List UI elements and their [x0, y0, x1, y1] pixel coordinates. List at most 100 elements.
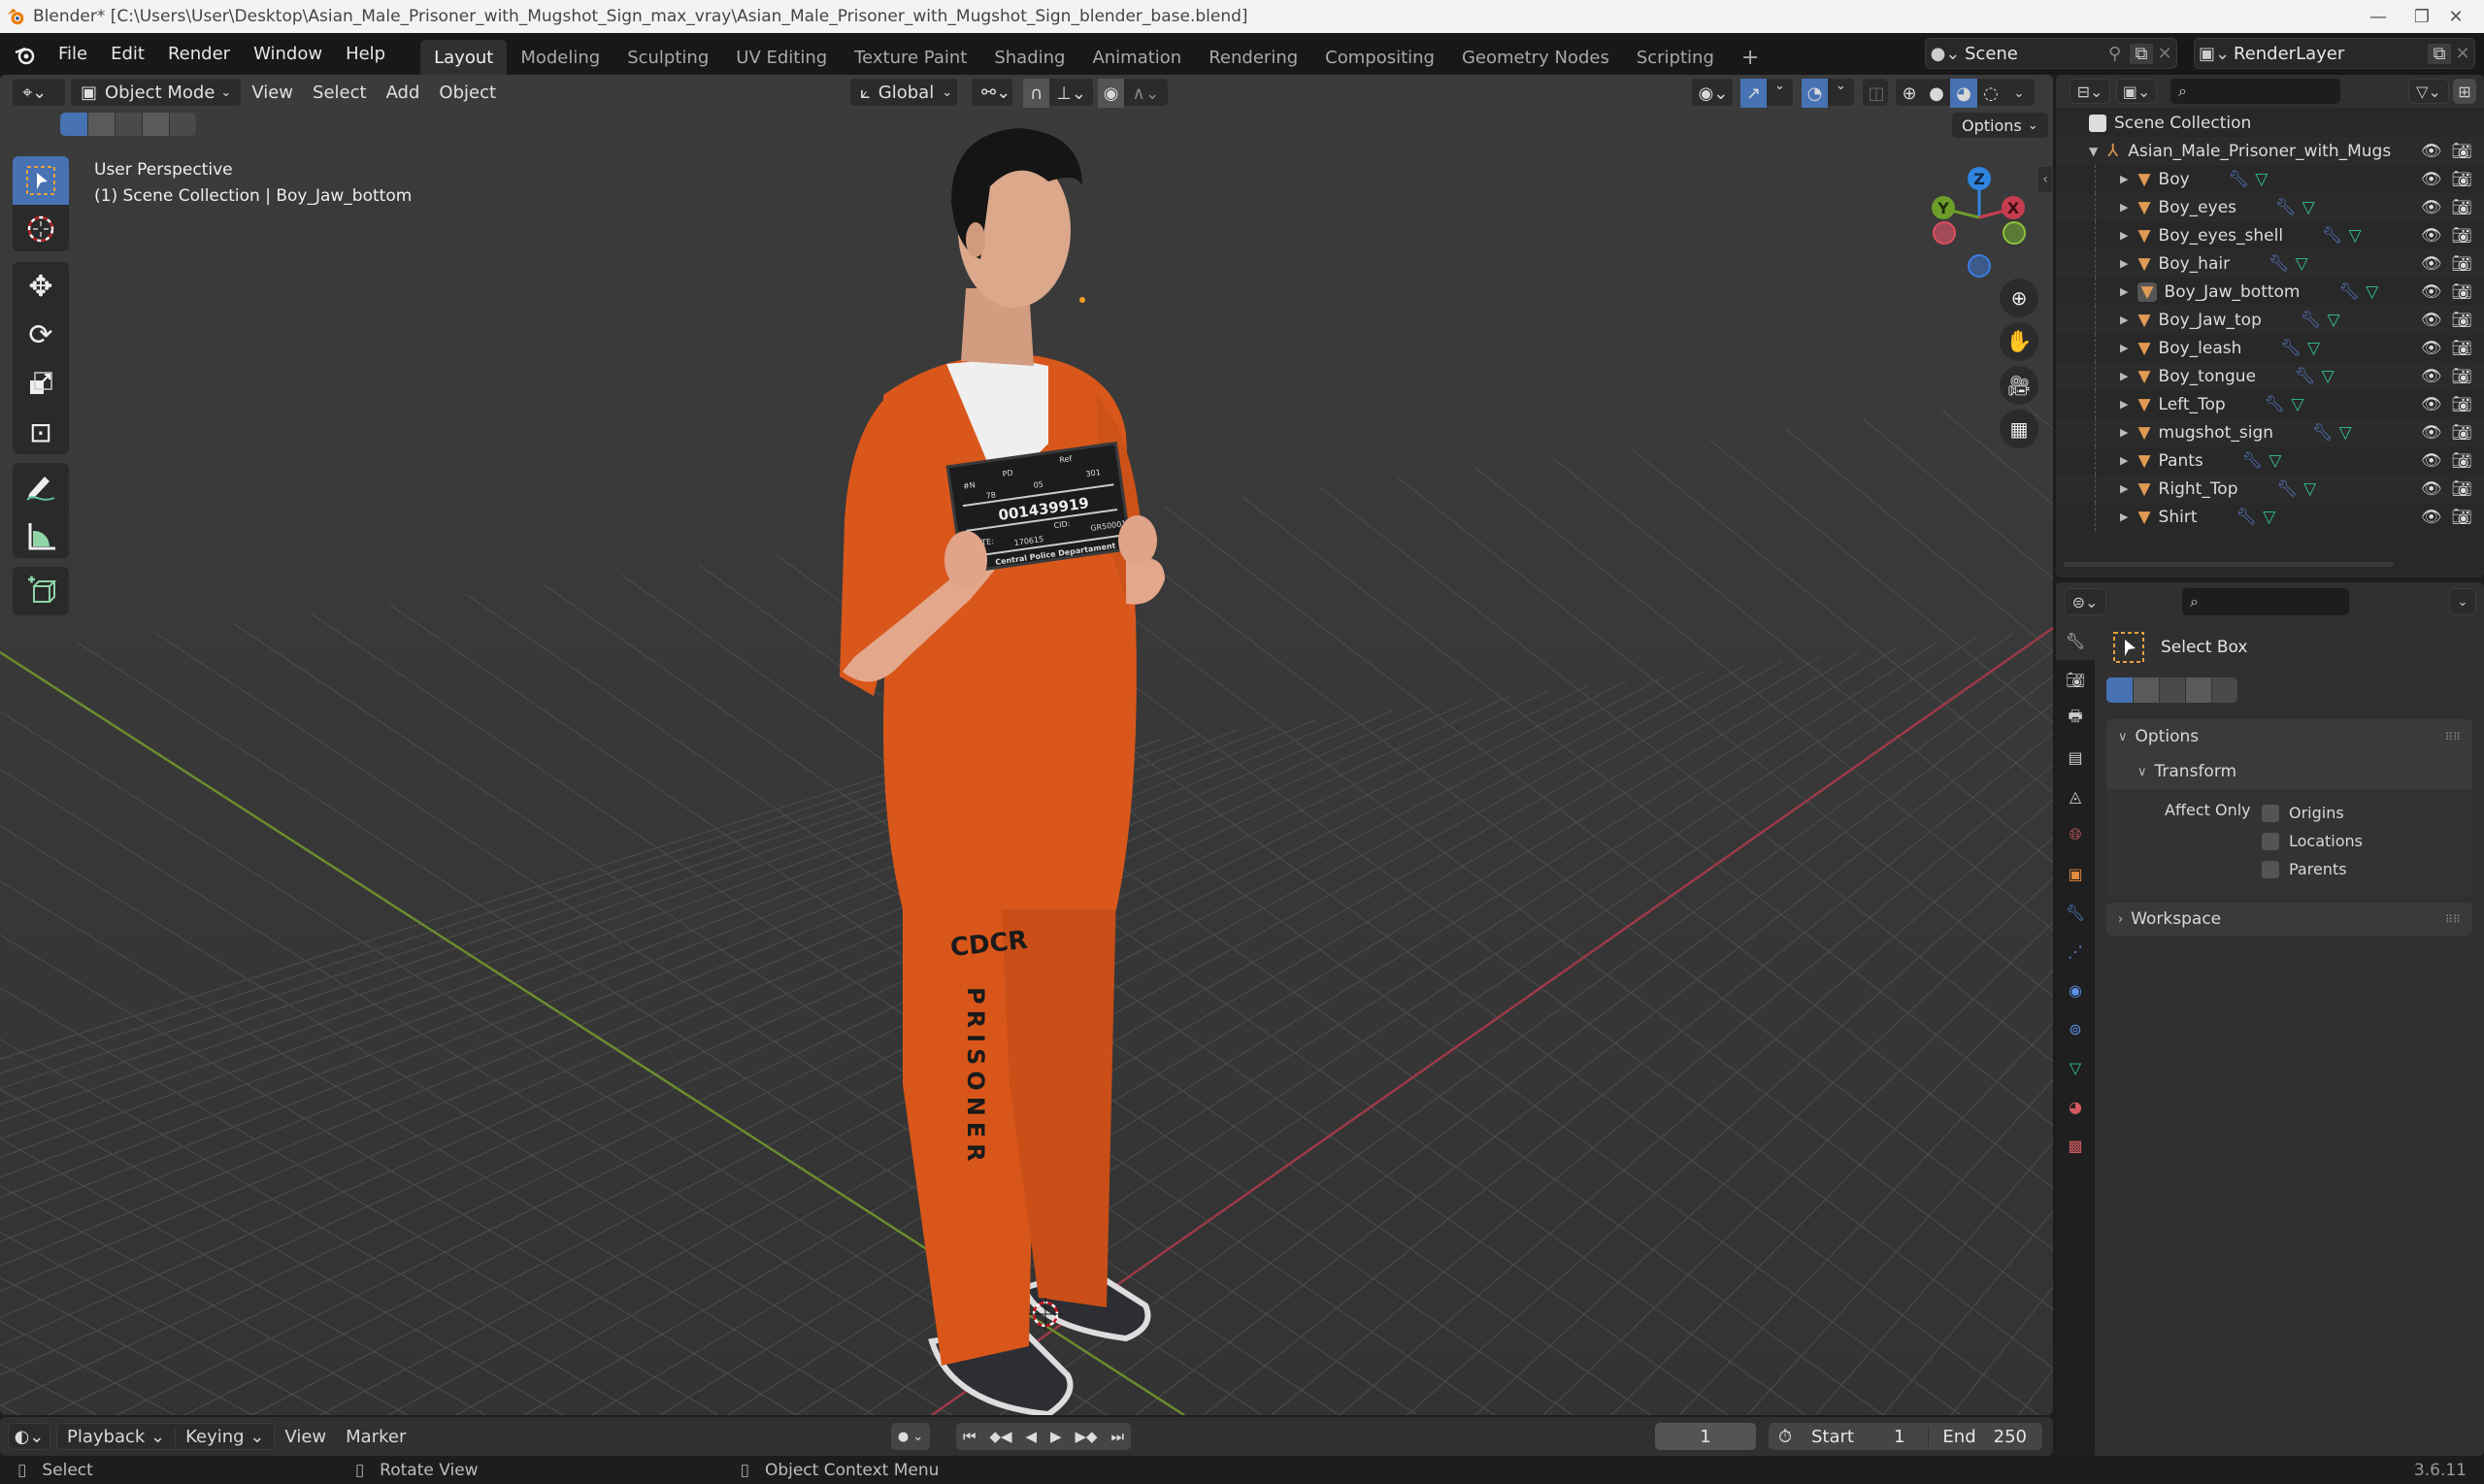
visibility-eye-icon[interactable]: 👁︎	[2421, 254, 2442, 274]
outliner-object-row[interactable]: ▶ ▼ Pants 🔧︎ ▽ 👁︎ 📷︎	[2056, 446, 2484, 475]
modifier-wrench-icon[interactable]: 🔧︎	[2236, 508, 2258, 527]
modifier-wrench-icon[interactable]: 🔧︎	[2269, 254, 2290, 274]
timeline-editor-type-icon[interactable]: ◐⌄	[8, 1423, 50, 1450]
chevron-down-icon[interactable]: ⌄	[1767, 79, 1793, 106]
object-name[interactable]: Left_Top	[2159, 395, 2226, 414]
modifier-wrench-icon[interactable]: 🔧︎	[2339, 282, 2361, 302]
object-name[interactable]: Right_Top	[2159, 479, 2238, 499]
viewport-menu-object[interactable]: Object	[429, 78, 506, 107]
mesh-data-icon[interactable]: ▽	[2366, 282, 2378, 302]
menu-render[interactable]: Render	[156, 44, 242, 64]
mesh-data-icon[interactable]: ▽	[2327, 311, 2339, 330]
sidebar-toggle-icon[interactable]: ‹	[2038, 167, 2052, 192]
tab-world[interactable]: 🌐︎	[2056, 815, 2095, 854]
render-camera-icon[interactable]: 📷︎	[2451, 311, 2472, 330]
invert-selection-icon[interactable]	[142, 113, 169, 136]
visibility-selector[interactable]: ◉⌄	[1691, 78, 1734, 107]
play-reverse-icon[interactable]: ◀	[1025, 1428, 1037, 1445]
expand-triangle-icon[interactable]: ▶	[2120, 511, 2128, 523]
3d-cursor-icon[interactable]	[1029, 1298, 1062, 1331]
viewport-menu-select[interactable]: Select	[303, 78, 377, 107]
render-camera-icon[interactable]: 📷︎	[2451, 339, 2472, 358]
outliner-object-row[interactable]: ▶ ▼ Boy_Jaw_bottom 🔧︎ ▽ 👁︎ 📷︎	[2056, 278, 2484, 306]
drag-handle-icon[interactable]: ⠿⠿	[2445, 731, 2461, 743]
chevron-down-icon[interactable]: ⌄	[2449, 588, 2476, 615]
outliner-object-row[interactable]: ▶ ▼ Right_Top 🔧︎ ▽ 👁︎ 📷︎	[2056, 475, 2484, 503]
mesh-data-icon[interactable]: ▽	[2307, 339, 2320, 358]
render-camera-icon[interactable]: 📷︎	[2451, 254, 2472, 274]
tab-modifiers[interactable]: 🔧︎	[2056, 893, 2095, 932]
material-preview-shading-icon[interactable]: ◕	[1950, 79, 1977, 108]
expand-triangle-icon[interactable]: ▶	[2120, 201, 2128, 214]
ortho-toggle-button[interactable]: ▦	[2000, 410, 2038, 448]
expand-triangle-icon[interactable]: ▶	[2120, 342, 2128, 354]
object-name[interactable]: Shirt	[2159, 508, 2198, 527]
tool-cursor[interactable]	[13, 205, 69, 253]
outliner-search-input[interactable]: ⌕	[2170, 79, 2340, 104]
solid-shading-icon[interactable]: ●	[1923, 79, 1950, 108]
render-camera-icon[interactable]: 📷︎	[2451, 508, 2472, 527]
checkbox-box[interactable]	[2262, 832, 2279, 850]
add-workspace-button[interactable]: +	[1728, 40, 1772, 75]
prisoner-model[interactable]: #N PD Ref 78 05 301 001439919 DATE: 1706…	[757, 114, 1281, 1415]
render-camera-icon[interactable]: 📷︎	[2451, 367, 2472, 386]
tab-object[interactable]: ▣	[2056, 854, 2095, 893]
object-name[interactable]: Boy_Jaw_top	[2159, 311, 2262, 330]
pin-icon[interactable]: ⚲	[2108, 44, 2130, 64]
modifier-wrench-icon[interactable]: 🔧︎	[2275, 198, 2297, 217]
3d-viewport[interactable]: ⌖⌄ ▣ Object Mode ⌄ View Select Add Objec…	[0, 75, 2053, 1415]
viewport-menu-add[interactable]: Add	[377, 78, 430, 107]
workspace-tab-shading[interactable]: Shading	[980, 40, 1078, 75]
tab-tool[interactable]: 🔧︎	[2056, 621, 2095, 660]
render-camera-icon[interactable]: 📷︎	[2451, 226, 2472, 246]
mesh-data-icon[interactable]: ▽	[2291, 395, 2303, 414]
pan-view-button[interactable]: ✋	[2000, 322, 2038, 361]
stopwatch-icon[interactable]: ⏱	[1769, 1427, 1802, 1447]
options-dropdown[interactable]: Options ⌄	[1951, 112, 2049, 139]
start-frame-field[interactable]: 1	[1894, 1427, 1904, 1447]
expand-triangle-icon[interactable]: ▶	[2120, 229, 2128, 242]
modifier-wrench-icon[interactable]: 🔧︎	[2301, 311, 2322, 330]
zoom-view-button[interactable]: ⊕	[2000, 279, 2038, 317]
outliner-object-row[interactable]: ▶ ▼ Boy_tongue 🔧︎ ▽ 👁︎ 📷︎	[2056, 362, 2484, 390]
outliner-object-row[interactable]: ▶ ▼ Boy_eyes_shell 🔧︎ ▽ 👁︎ 📷︎	[2056, 221, 2484, 249]
tab-constraints[interactable]: ⊚	[2056, 1009, 2095, 1048]
render-camera-icon[interactable]: 📷︎	[2451, 395, 2472, 414]
outliner-object-row[interactable]: ▶ ▼ Shirt 🔧︎ ▽ 👁︎ 📷︎	[2056, 503, 2484, 531]
menu-help[interactable]: Help	[334, 44, 397, 64]
intersect-selection-icon[interactable]	[169, 113, 196, 136]
visibility-eye-icon[interactable]: 👁︎	[2421, 423, 2442, 443]
visibility-eye-icon[interactable]: 👁︎	[2421, 226, 2442, 246]
mesh-data-icon[interactable]: ▽	[2339, 423, 2352, 443]
object-name[interactable]: Boy_hair	[2159, 254, 2231, 274]
affect-only-locations-checkbox[interactable]: Locations	[2262, 827, 2363, 855]
render-camera-icon[interactable]: 📷︎	[2451, 170, 2472, 189]
viewport-menu-view[interactable]: View	[242, 78, 303, 107]
tab-scene[interactable]: ◬	[2056, 776, 2095, 815]
falloff-icon[interactable]: ∧⌄	[1124, 79, 1168, 108]
render-camera-icon[interactable]: 📷︎	[2451, 479, 2472, 499]
checkbox-box[interactable]	[2262, 860, 2279, 878]
gizmo-toggle[interactable]: ↗ ⌄	[1739, 78, 1794, 108]
workspace-tab-compositing[interactable]: Compositing	[1311, 40, 1448, 75]
object-name[interactable]: Boy_leash	[2159, 339, 2242, 358]
expand-triangle-icon[interactable]: ▶	[2120, 454, 2128, 467]
outliner-editor-type-icon[interactable]: ⊟⌄	[2070, 79, 2110, 104]
tool-annotate[interactable]	[13, 463, 69, 511]
object-name[interactable]: Pants	[2159, 451, 2203, 471]
object-name[interactable]: Boy_eyes	[2159, 198, 2236, 217]
set-new-selection-icon[interactable]	[2106, 677, 2133, 703]
blender-menu-icon[interactable]	[14, 43, 37, 66]
modifier-wrench-icon[interactable]: 🔧︎	[2265, 395, 2286, 414]
tool-scale[interactable]	[13, 359, 69, 408]
tab-material[interactable]: ◕	[2056, 1087, 2095, 1126]
rendered-shading-icon[interactable]: ◌	[1977, 79, 2004, 108]
visibility-eye-icon[interactable]: 👁︎	[2421, 282, 2442, 302]
scene-selector[interactable]: ●⌄ Scene ⚲ ⧉ ✕	[1925, 38, 2177, 69]
modifier-wrench-icon[interactable]: 🔧︎	[2280, 339, 2302, 358]
transform-orientation-selector[interactable]: ⟀ Global ⌄	[849, 78, 958, 107]
object-name[interactable]: Boy_eyes_shell	[2159, 226, 2284, 246]
workspace-tab-texture-paint[interactable]: Texture Paint	[841, 40, 980, 75]
gizmo-icon[interactable]: ↗	[1740, 79, 1767, 108]
expand-triangle-icon[interactable]: ▶	[2120, 313, 2128, 326]
